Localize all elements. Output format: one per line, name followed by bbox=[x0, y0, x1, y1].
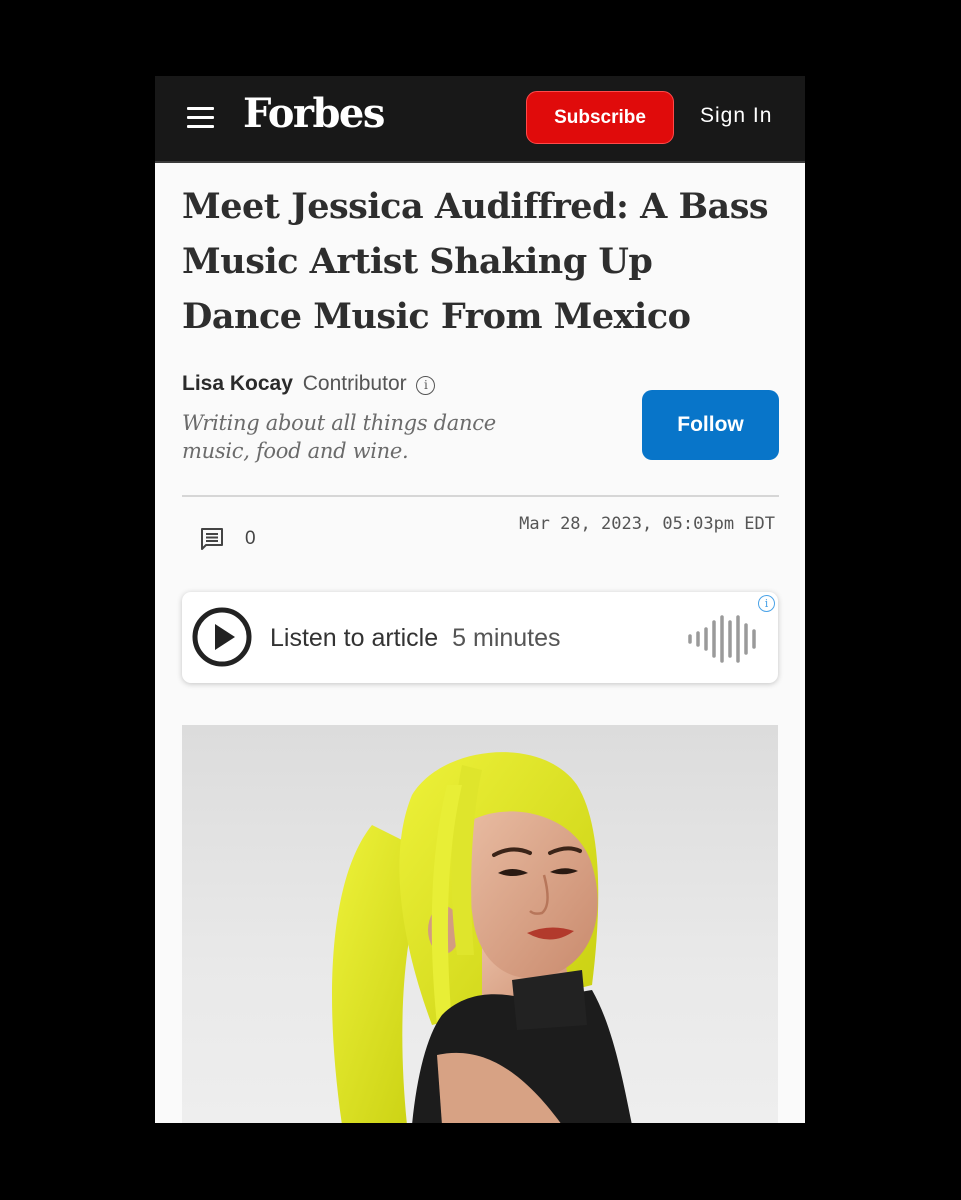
listen-label-text: Listen to article bbox=[270, 624, 439, 652]
author-byline: Lisa Kocay Contributor i bbox=[182, 372, 436, 396]
author-role: Contributor bbox=[302, 372, 407, 395]
listen-label: Listen to article 5 minutes bbox=[270, 624, 561, 653]
hamburger-menu-icon[interactable] bbox=[187, 107, 214, 129]
publish-date: Mar 28, 2023, 05:03pm EDT bbox=[519, 514, 775, 534]
author-bio: Writing about all things dance music, fo… bbox=[182, 411, 496, 463]
divider bbox=[182, 495, 779, 497]
listen-to-article-player[interactable]: Listen to article 5 minutes i bbox=[182, 592, 778, 683]
subscribe-button[interactable]: Subscribe bbox=[526, 91, 674, 144]
author-name[interactable]: Lisa Kocay bbox=[182, 372, 293, 395]
comment-icon[interactable] bbox=[200, 527, 224, 551]
forbes-logo[interactable]: Forbes bbox=[243, 90, 385, 137]
top-navigation-bar: Forbes Subscribe Sign In bbox=[155, 76, 805, 163]
audio-waveform-icon bbox=[688, 615, 756, 663]
ad-info-icon[interactable]: i bbox=[758, 595, 775, 612]
sign-in-link[interactable]: Sign In bbox=[700, 104, 772, 128]
listen-duration: 5 minutes bbox=[452, 624, 561, 652]
article-headline: Meet Jessica Audiffred: A Bass Music Art… bbox=[182, 186, 769, 337]
play-icon[interactable] bbox=[192, 607, 252, 667]
follow-button[interactable]: Follow bbox=[642, 390, 779, 460]
article-page: Forbes Subscribe Sign In Meet Jessica Au… bbox=[155, 76, 805, 1123]
info-icon[interactable]: i bbox=[416, 376, 436, 395]
comment-count[interactable]: 0 bbox=[245, 528, 256, 550]
article-hero-image bbox=[182, 725, 778, 1123]
portrait-illustration bbox=[332, 752, 632, 1123]
